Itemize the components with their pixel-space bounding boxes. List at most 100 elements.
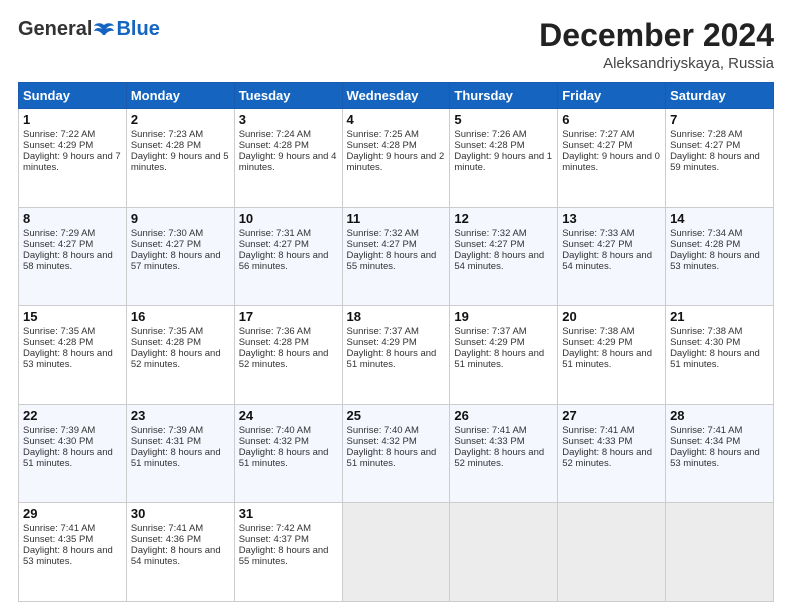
header: General Blue December 2024 Aleksandriysk… bbox=[18, 18, 774, 72]
sunset-label: Sunset: 4:29 PM bbox=[23, 140, 93, 151]
logo-general: General bbox=[18, 18, 92, 41]
day-number: 14 bbox=[670, 211, 769, 226]
sunrise-label: Sunrise: 7:41 AM bbox=[454, 425, 526, 436]
title-area: December 2024 Aleksandriyskaya, Russia bbox=[539, 18, 774, 72]
sunrise-label: Sunrise: 7:40 AM bbox=[347, 425, 419, 436]
day-number: 18 bbox=[347, 309, 446, 324]
daylight-label: Daylight: 8 hours and 53 minutes. bbox=[23, 348, 113, 370]
daylight-label: Daylight: 9 hours and 7 minutes. bbox=[23, 151, 121, 173]
calendar-week-3: 15Sunrise: 7:35 AMSunset: 4:28 PMDayligh… bbox=[19, 306, 774, 405]
calendar-cell: 8Sunrise: 7:29 AMSunset: 4:27 PMDaylight… bbox=[19, 207, 127, 306]
sunrise-label: Sunrise: 7:31 AM bbox=[239, 228, 311, 239]
page: General Blue December 2024 Aleksandriysk… bbox=[0, 0, 792, 612]
month-title: December 2024 bbox=[539, 18, 774, 53]
sunset-label: Sunset: 4:27 PM bbox=[347, 239, 417, 250]
sunset-label: Sunset: 4:28 PM bbox=[454, 140, 524, 151]
calendar-cell: 19Sunrise: 7:37 AMSunset: 4:29 PMDayligh… bbox=[450, 306, 558, 405]
logo: General Blue bbox=[18, 18, 160, 41]
sunset-label: Sunset: 4:27 PM bbox=[23, 239, 93, 250]
daylight-label: Daylight: 9 hours and 0 minutes. bbox=[562, 151, 660, 173]
day-number: 30 bbox=[131, 506, 230, 521]
sunset-label: Sunset: 4:37 PM bbox=[239, 534, 309, 545]
sunrise-label: Sunrise: 7:41 AM bbox=[131, 523, 203, 534]
sunset-label: Sunset: 4:28 PM bbox=[131, 140, 201, 151]
col-thursday: Thursday bbox=[450, 83, 558, 109]
daylight-label: Daylight: 8 hours and 54 minutes. bbox=[454, 250, 544, 272]
sunrise-label: Sunrise: 7:34 AM bbox=[670, 228, 742, 239]
location: Aleksandriyskaya, Russia bbox=[539, 55, 774, 72]
day-number: 26 bbox=[454, 408, 553, 423]
sunrise-label: Sunrise: 7:41 AM bbox=[562, 425, 634, 436]
daylight-label: Daylight: 9 hours and 4 minutes. bbox=[239, 151, 337, 173]
day-number: 31 bbox=[239, 506, 338, 521]
day-number: 23 bbox=[131, 408, 230, 423]
day-number: 8 bbox=[23, 211, 122, 226]
sunset-label: Sunset: 4:29 PM bbox=[562, 337, 632, 348]
daylight-label: Daylight: 8 hours and 52 minutes. bbox=[562, 447, 652, 469]
sunset-label: Sunset: 4:29 PM bbox=[454, 337, 524, 348]
day-number: 3 bbox=[239, 112, 338, 127]
sunset-label: Sunset: 4:34 PM bbox=[670, 436, 740, 447]
calendar-cell: 26Sunrise: 7:41 AMSunset: 4:33 PMDayligh… bbox=[450, 404, 558, 503]
daylight-label: Daylight: 8 hours and 51 minutes. bbox=[670, 348, 760, 370]
day-number: 2 bbox=[131, 112, 230, 127]
calendar-cell: 17Sunrise: 7:36 AMSunset: 4:28 PMDayligh… bbox=[234, 306, 342, 405]
sunset-label: Sunset: 4:27 PM bbox=[670, 140, 740, 151]
daylight-label: Daylight: 8 hours and 56 minutes. bbox=[239, 250, 329, 272]
calendar-week-1: 1Sunrise: 7:22 AMSunset: 4:29 PMDaylight… bbox=[19, 109, 774, 208]
calendar-week-4: 22Sunrise: 7:39 AMSunset: 4:30 PMDayligh… bbox=[19, 404, 774, 503]
sunset-label: Sunset: 4:28 PM bbox=[239, 337, 309, 348]
calendar-cell bbox=[450, 503, 558, 602]
day-number: 24 bbox=[239, 408, 338, 423]
daylight-label: Daylight: 8 hours and 51 minutes. bbox=[23, 447, 113, 469]
day-number: 7 bbox=[670, 112, 769, 127]
day-number: 22 bbox=[23, 408, 122, 423]
daylight-label: Daylight: 8 hours and 53 minutes. bbox=[23, 545, 113, 567]
sunrise-label: Sunrise: 7:40 AM bbox=[239, 425, 311, 436]
daylight-label: Daylight: 8 hours and 55 minutes. bbox=[239, 545, 329, 567]
sunrise-label: Sunrise: 7:32 AM bbox=[347, 228, 419, 239]
sunset-label: Sunset: 4:33 PM bbox=[562, 436, 632, 447]
daylight-label: Daylight: 8 hours and 58 minutes. bbox=[23, 250, 113, 272]
calendar-cell: 11Sunrise: 7:32 AMSunset: 4:27 PMDayligh… bbox=[342, 207, 450, 306]
daylight-label: Daylight: 9 hours and 2 minutes. bbox=[347, 151, 445, 173]
day-number: 25 bbox=[347, 408, 446, 423]
daylight-label: Daylight: 8 hours and 51 minutes. bbox=[239, 447, 329, 469]
sunrise-label: Sunrise: 7:39 AM bbox=[23, 425, 95, 436]
day-number: 11 bbox=[347, 211, 446, 226]
sunset-label: Sunset: 4:27 PM bbox=[454, 239, 524, 250]
day-number: 6 bbox=[562, 112, 661, 127]
calendar-header-row: Sunday Monday Tuesday Wednesday Thursday… bbox=[19, 83, 774, 109]
sunset-label: Sunset: 4:32 PM bbox=[239, 436, 309, 447]
daylight-label: Daylight: 8 hours and 54 minutes. bbox=[131, 545, 221, 567]
day-number: 1 bbox=[23, 112, 122, 127]
sunset-label: Sunset: 4:30 PM bbox=[23, 436, 93, 447]
calendar-cell: 4Sunrise: 7:25 AMSunset: 4:28 PMDaylight… bbox=[342, 109, 450, 208]
col-friday: Friday bbox=[558, 83, 666, 109]
daylight-label: Daylight: 9 hours and 5 minutes. bbox=[131, 151, 229, 173]
calendar-cell: 5Sunrise: 7:26 AMSunset: 4:28 PMDaylight… bbox=[450, 109, 558, 208]
sunset-label: Sunset: 4:28 PM bbox=[23, 337, 93, 348]
calendar-cell: 21Sunrise: 7:38 AMSunset: 4:30 PMDayligh… bbox=[666, 306, 774, 405]
calendar-cell: 2 Sunrise: 7:23 AMSunset: 4:28 PMDaylight… bbox=[126, 109, 234, 208]
daylight-label: Daylight: 8 hours and 51 minutes. bbox=[131, 447, 221, 469]
sunrise-label: Sunrise: 7:38 AM bbox=[562, 326, 634, 337]
day-number: 12 bbox=[454, 211, 553, 226]
sunrise-label: Sunrise: 7:26 AM bbox=[454, 129, 526, 140]
daylight-label: Daylight: 8 hours and 53 minutes. bbox=[670, 447, 760, 469]
daylight-label: Daylight: 8 hours and 51 minutes. bbox=[562, 348, 652, 370]
sunset-label: Sunset: 4:28 PM bbox=[670, 239, 740, 250]
sunset-label: Sunset: 4:27 PM bbox=[562, 140, 632, 151]
sunrise-label: Sunrise: 7:41 AM bbox=[23, 523, 95, 534]
sunrise-label: Sunrise: 7:23 AM bbox=[131, 129, 203, 140]
calendar-cell bbox=[666, 503, 774, 602]
daylight-label: Daylight: 8 hours and 52 minutes. bbox=[454, 447, 544, 469]
day-number: 28 bbox=[670, 408, 769, 423]
calendar-cell: 13Sunrise: 7:33 AMSunset: 4:27 PMDayligh… bbox=[558, 207, 666, 306]
calendar-cell: 14Sunrise: 7:34 AMSunset: 4:28 PMDayligh… bbox=[666, 207, 774, 306]
calendar-cell: 16Sunrise: 7:35 AMSunset: 4:28 PMDayligh… bbox=[126, 306, 234, 405]
day-number: 16 bbox=[131, 309, 230, 324]
calendar-table: Sunday Monday Tuesday Wednesday Thursday… bbox=[18, 82, 774, 602]
day-number: 13 bbox=[562, 211, 661, 226]
sunset-label: Sunset: 4:32 PM bbox=[347, 436, 417, 447]
